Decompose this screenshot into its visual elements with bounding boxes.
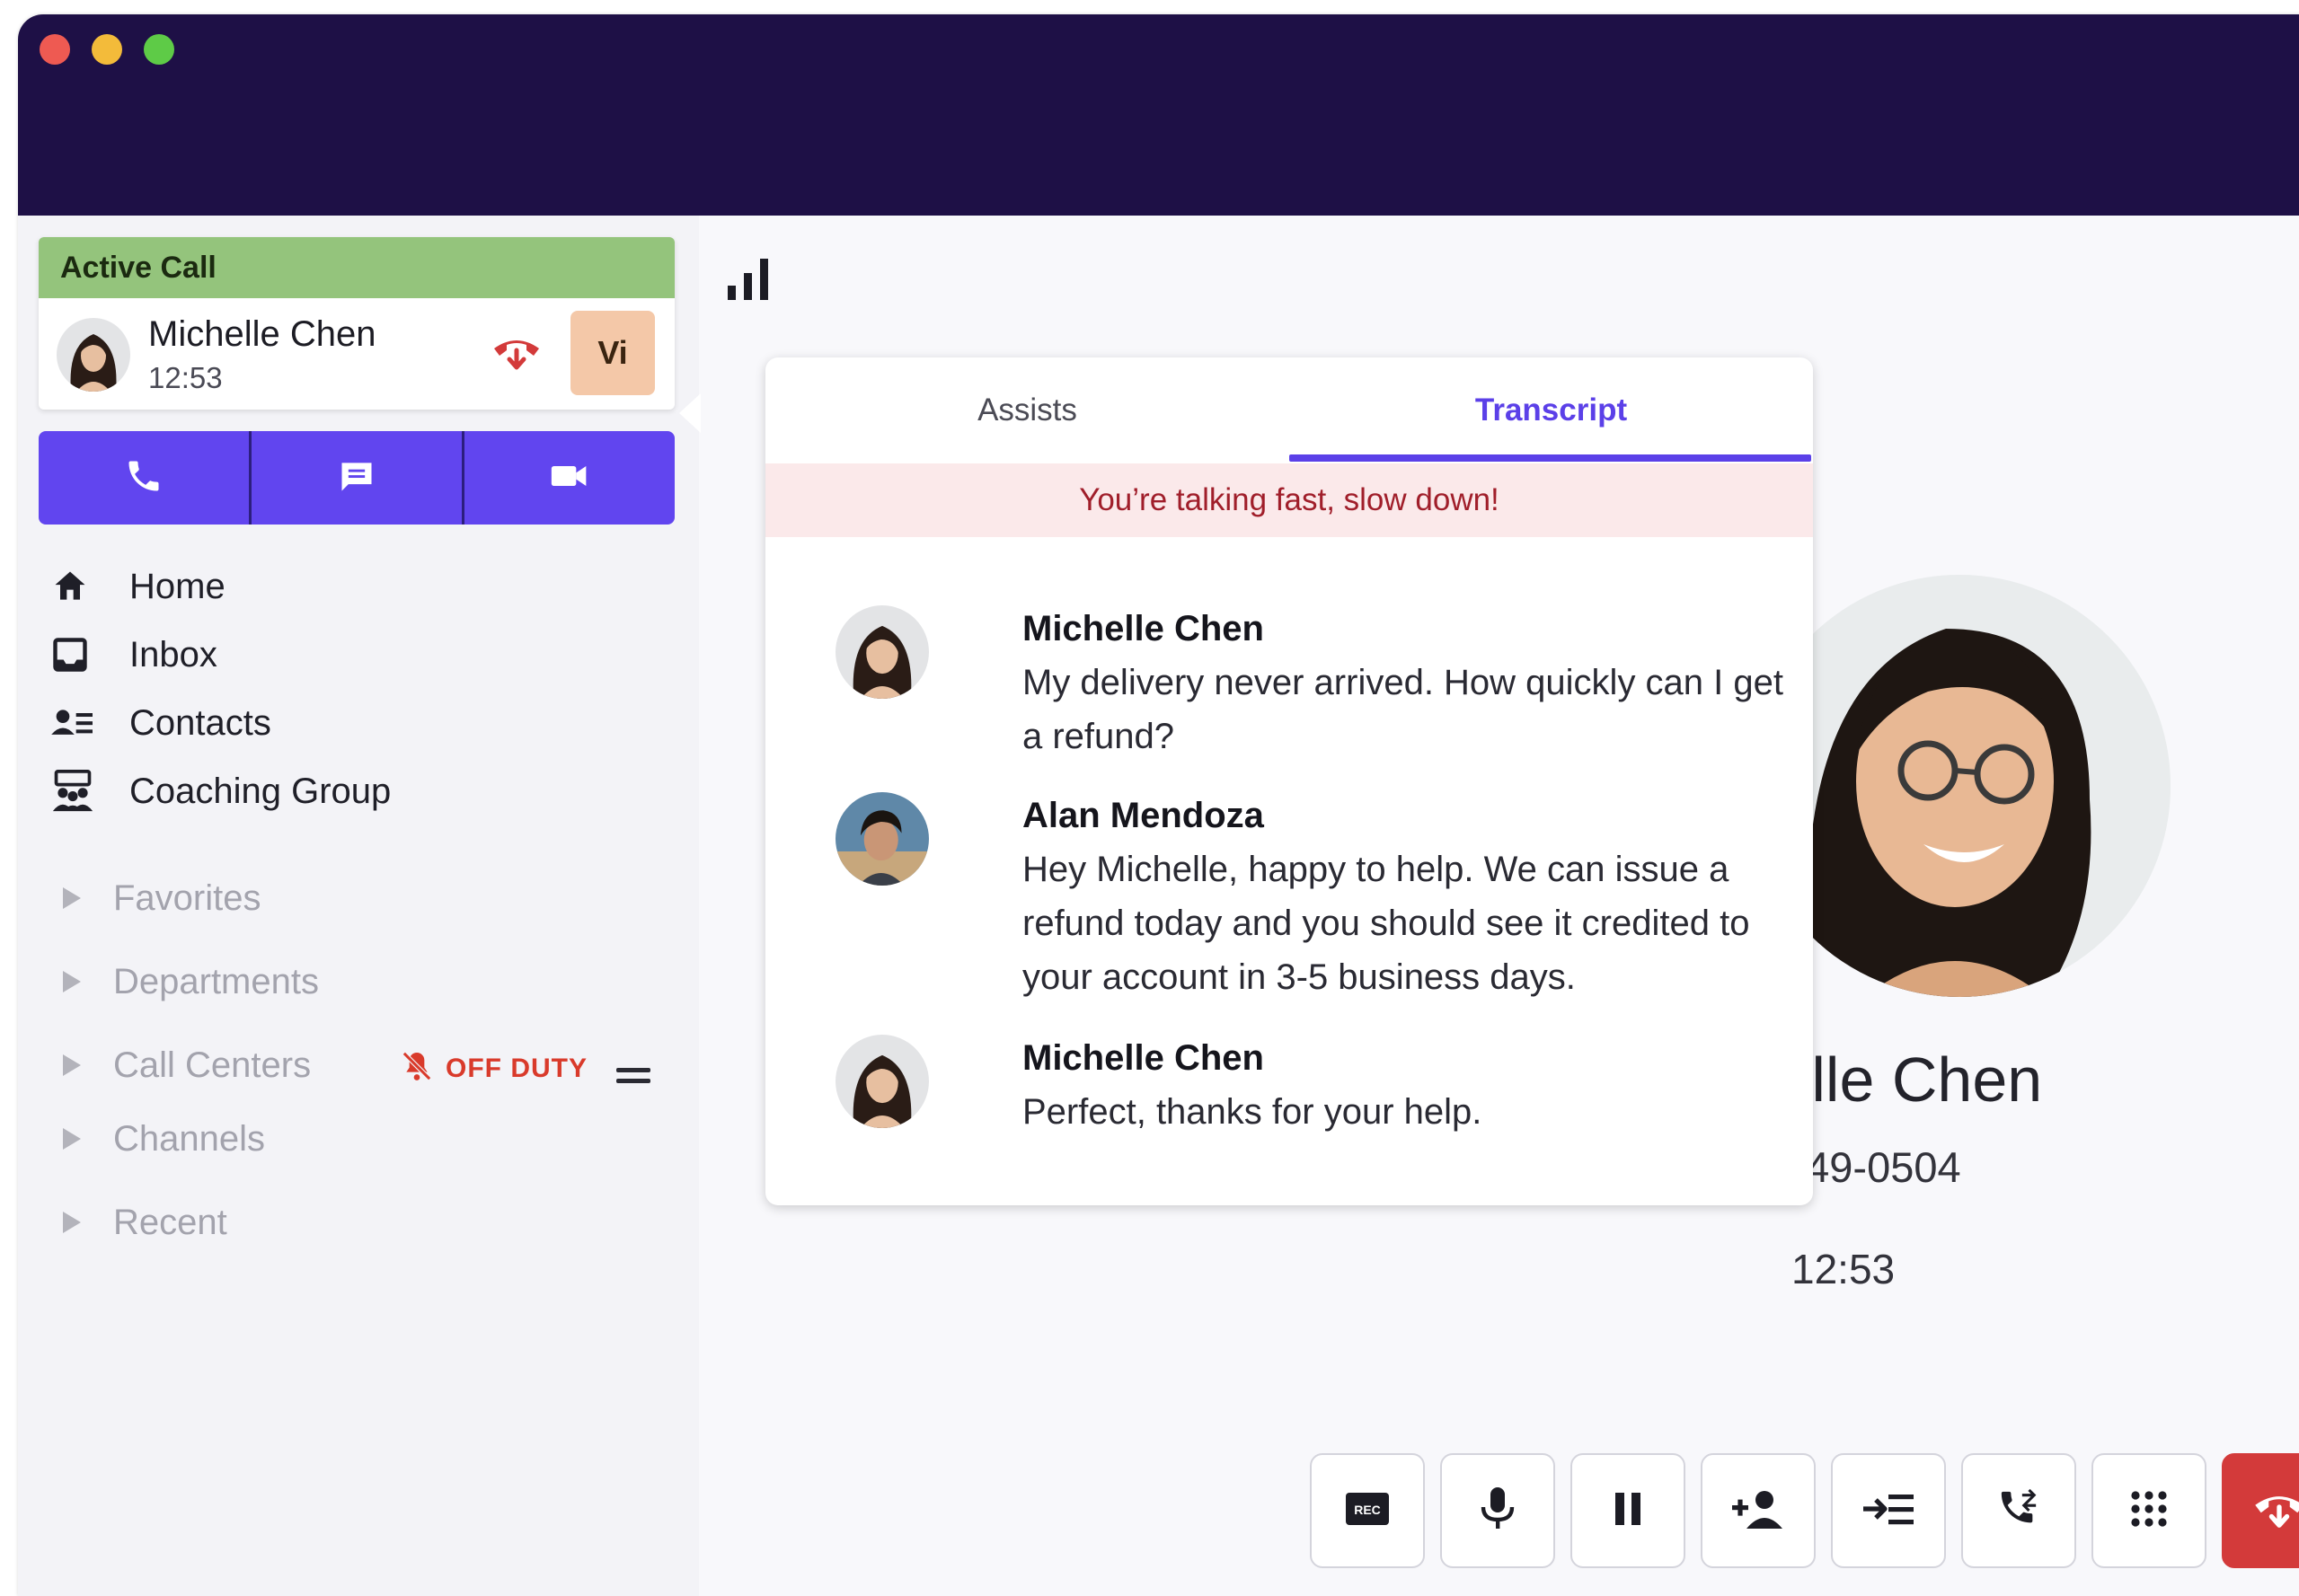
expand-arrow-icon bbox=[63, 1212, 81, 1233]
nav-label-contacts: Contacts bbox=[129, 702, 271, 743]
coaching-group-icon bbox=[50, 770, 101, 813]
bell-off-icon bbox=[399, 1048, 435, 1089]
nav-label-inbox: Inbox bbox=[129, 634, 217, 675]
rec-icon: REC bbox=[1346, 1492, 1389, 1530]
video-button[interactable] bbox=[464, 431, 675, 525]
nav-label-coaching-group: Coaching Group bbox=[129, 771, 392, 811]
message-text: My delivery never arrived. How quickly c… bbox=[1022, 663, 1783, 756]
chat-icon bbox=[337, 456, 376, 500]
contacts-icon bbox=[50, 701, 101, 745]
nav-label-home: Home bbox=[129, 566, 225, 606]
group-label: Call Centers bbox=[113, 1045, 312, 1085]
video-icon bbox=[547, 456, 592, 500]
off-duty-status[interactable]: OFF DUTY bbox=[399, 1048, 588, 1089]
pace-warning-banner: You’re talking fast, slow down! bbox=[765, 463, 1813, 537]
expand-arrow-icon bbox=[63, 887, 81, 909]
mute-button[interactable] bbox=[1440, 1453, 1555, 1568]
caller-name: Michelle Chen bbox=[148, 314, 376, 354]
transfer-button[interactable] bbox=[1831, 1453, 1946, 1568]
call-timer: 12:53 bbox=[1791, 1246, 1896, 1292]
zoom-window-button[interactable] bbox=[144, 34, 174, 65]
avatar bbox=[836, 605, 929, 699]
drag-handle-icon[interactable] bbox=[616, 1068, 650, 1084]
nav-item-coaching-group[interactable]: Coaching Group bbox=[50, 757, 391, 825]
off-duty-label: OFF DUTY bbox=[446, 1053, 588, 1083]
title-bar bbox=[18, 14, 2299, 216]
message-button[interactable] bbox=[252, 431, 464, 525]
keypad-button[interactable] bbox=[2091, 1453, 2206, 1568]
main-nav: Home Inbox Contacts Coaching Group bbox=[50, 552, 391, 825]
avatar bbox=[836, 792, 929, 886]
active-call-header: Active Call bbox=[39, 237, 675, 298]
nav-item-contacts[interactable]: Contacts bbox=[50, 689, 391, 757]
hang-up-icon[interactable] bbox=[488, 327, 545, 377]
tab-transcript[interactable]: Transcript bbox=[1289, 357, 1813, 463]
active-tab-indicator bbox=[1289, 454, 1811, 462]
caller-avatar bbox=[57, 318, 130, 392]
message-author: Alan Mendoza bbox=[1022, 796, 1264, 835]
popover-tabs: Assists Transcript bbox=[765, 357, 1813, 463]
expand-arrow-icon bbox=[63, 1128, 81, 1150]
sidebar: Active Call Michelle Chen 12:53 Vi Home … bbox=[18, 216, 699, 1596]
tab-assists[interactable]: Assists bbox=[765, 357, 1289, 463]
expand-arrow-icon bbox=[63, 1054, 81, 1076]
call-actions-bar bbox=[39, 431, 675, 525]
close-window-button[interactable] bbox=[40, 34, 70, 65]
transcript-popover: Assists Transcript You’re talking fast, … bbox=[765, 357, 1813, 1205]
group-recent[interactable]: Recent bbox=[54, 1195, 227, 1249]
hold-button[interactable] bbox=[1570, 1453, 1685, 1568]
call-controls: REC bbox=[1310, 1453, 2299, 1568]
call-switch-icon bbox=[1998, 1488, 2039, 1534]
home-icon bbox=[50, 565, 101, 608]
nav-item-inbox[interactable]: Inbox bbox=[50, 621, 391, 689]
phone-icon bbox=[124, 456, 164, 500]
transfer-icon bbox=[1861, 1491, 1915, 1531]
message-text: Hey Michelle, happy to help. We can issu… bbox=[1022, 850, 1750, 997]
group-favorites[interactable]: Favorites bbox=[54, 871, 261, 925]
record-button[interactable]: REC bbox=[1310, 1453, 1425, 1568]
call-duration: 12:53 bbox=[148, 361, 223, 394]
group-label: Channels bbox=[113, 1118, 266, 1159]
call-forward-button[interactable] bbox=[1961, 1453, 2076, 1568]
message-author: Michelle Chen bbox=[1022, 1038, 1264, 1078]
hang-up-icon bbox=[2251, 1489, 2299, 1533]
avatar bbox=[836, 1035, 929, 1128]
popover-arrow bbox=[679, 393, 701, 433]
minimize-window-button[interactable] bbox=[92, 34, 122, 65]
group-label: Favorites bbox=[113, 877, 261, 918]
add-person-icon bbox=[1732, 1489, 1784, 1533]
expand-arrow-icon bbox=[63, 971, 81, 992]
vi-badge[interactable]: Vi bbox=[570, 311, 655, 395]
inbox-icon bbox=[50, 633, 101, 676]
active-call-card[interactable]: Active Call Michelle Chen 12:53 Vi bbox=[39, 237, 675, 410]
app-window: Active Call Michelle Chen 12:53 Vi Home … bbox=[18, 14, 2299, 1596]
group-channels[interactable]: Channels bbox=[54, 1112, 265, 1166]
signal-strength-icon bbox=[726, 257, 773, 306]
phone-button[interactable] bbox=[39, 431, 252, 525]
group-label: Departments bbox=[113, 961, 319, 1001]
add-participant-button[interactable] bbox=[1701, 1453, 1816, 1568]
keypad-icon bbox=[2130, 1490, 2168, 1532]
microphone-icon bbox=[1480, 1486, 1516, 1537]
svg-text:REC: REC bbox=[1354, 1503, 1381, 1517]
group-label: Recent bbox=[113, 1202, 227, 1242]
hang-up-button[interactable] bbox=[2222, 1453, 2299, 1568]
group-departments[interactable]: Departments bbox=[54, 955, 319, 1009]
message-author: Michelle Chen bbox=[1022, 609, 1264, 648]
nav-item-home[interactable]: Home bbox=[50, 552, 391, 621]
pause-icon bbox=[1612, 1491, 1644, 1531]
group-call-centers[interactable]: Call Centers bbox=[54, 1038, 311, 1092]
message-text: Perfect, thanks for your help. bbox=[1022, 1092, 1482, 1132]
